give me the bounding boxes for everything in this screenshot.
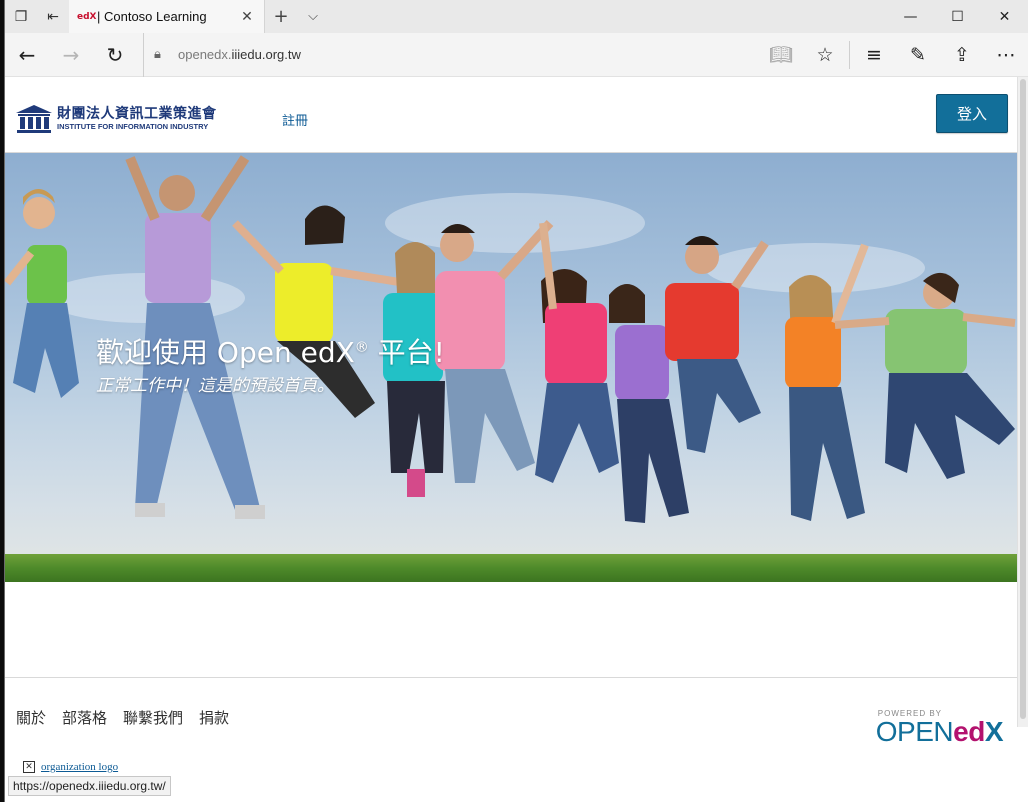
scrollbar-thumb[interactable] (1020, 79, 1026, 719)
person-figure (665, 236, 769, 453)
person-figure (5, 189, 79, 398)
favorite-star-icon[interactable]: ☆ (803, 33, 847, 77)
close-window-icon[interactable]: ✕ (981, 0, 1028, 33)
broken-image-icon: ✕ (23, 761, 35, 773)
footer-link-blog[interactable]: 部落格 (62, 707, 107, 728)
share-icon[interactable]: ⇪ (940, 33, 984, 77)
url-text[interactable]: openedx.iiiedu.org.tw (178, 47, 301, 62)
powered-by-openedx-logo[interactable]: POWERED BY OPENedX (875, 709, 1004, 747)
footer-nav: 關於 部落格 聯繫我們 捐款 (16, 707, 229, 728)
person-figure (834, 272, 1016, 479)
browser-tab[interactable]: edX | Contoso Learning ✕ (69, 0, 265, 33)
edx-favicon-icon: edX (77, 11, 97, 22)
grass-strip (5, 554, 1018, 582)
back-arrow-icon[interactable]: ← (5, 33, 49, 77)
hero-subtitle: 正常工作中！這是的預設首頁。 (96, 376, 334, 396)
footer-link-donate[interactable]: 捐款 (199, 707, 229, 728)
openedx-wordmark: OPENedX (875, 716, 1004, 747)
person-figure (435, 219, 554, 483)
tab-close-icon[interactable]: ✕ (238, 9, 256, 25)
address-bar-row: ← → ↻ 🔒︎ openedx.iiiedu.org.tw 📖︎ ☆ ≡ ✎ … (5, 32, 1028, 77)
hub-icon[interactable]: ≡ (852, 33, 896, 77)
page-scrollbar[interactable] (1017, 77, 1028, 727)
organization-logo[interactable]: ✕ organization logo (23, 761, 118, 773)
logo-english-name: INSTITUTE FOR INFORMATION INDUSTRY (57, 122, 209, 132)
registered-mark: ® (354, 339, 369, 356)
site-header: 財團法人資訊工業策進會 INSTITUTE FOR INFORMATION IN… (5, 77, 1018, 153)
logo-chinese-name: 財團法人資訊工業策進會 (57, 106, 217, 123)
minimize-icon[interactable]: — (887, 0, 934, 33)
tab-title: | Contoso Learning (97, 9, 207, 24)
web-page: 財團法人資訊工業策進會 INSTITUTE FOR INFORMATION IN… (5, 77, 1018, 802)
hero-title: 歡迎使用 Open edX® 平台! (96, 336, 445, 369)
person-figure (535, 222, 619, 483)
logo-wordmark: 財團法人資訊工業策進會 INSTITUTE FOR INFORMATION IN… (57, 107, 217, 131)
person-figure (785, 243, 869, 521)
organization-logo-alt-text: organization logo (41, 761, 119, 773)
login-button[interactable]: 登入 (936, 94, 1008, 133)
register-link[interactable]: 註冊 (282, 110, 308, 129)
window-controls: — ☐ ✕ (887, 0, 1028, 33)
status-bar-url: https://openedx.iiiedu.org.tw/ (8, 776, 171, 796)
address-bar[interactable]: 🔒︎ openedx.iiiedu.org.tw (143, 32, 759, 77)
toolbar-divider (849, 40, 850, 69)
footer-link-about[interactable]: 關於 (16, 707, 46, 728)
tab-manager-icon[interactable]: ❐ (5, 0, 37, 33)
reading-view-icon[interactable]: 📖︎ (759, 33, 803, 77)
browser-window: ❐ ⇤ edX | Contoso Learning ✕ + ⌵ — ☐ ✕ ←… (4, 0, 1028, 802)
tab-preview-chevron-down-icon[interactable]: ⌵ (297, 0, 329, 33)
hero-banner: 歡迎使用 Open edX® 平台! 正常工作中！這是的預設首頁。 (5, 153, 1018, 582)
lock-icon[interactable]: 🔒︎ (154, 47, 178, 62)
more-ellipsis-icon[interactable]: ⋯ (984, 33, 1028, 77)
iii-logo[interactable]: 財團法人資訊工業策進會 INSTITUTE FOR INFORMATION IN… (16, 105, 217, 133)
new-tab-icon[interactable]: + (265, 0, 297, 33)
forward-arrow-icon[interactable]: → (49, 33, 93, 77)
toolbar-right: 📖︎ ☆ ≡ ✎ ⇪ ⋯ (759, 33, 1028, 77)
title-bar: ❐ ⇤ edX | Contoso Learning ✕ + ⌵ — ☐ ✕ (5, 0, 1028, 33)
maximize-icon[interactable]: ☐ (934, 0, 981, 33)
iii-building-logo-icon (16, 105, 52, 133)
set-tabs-aside-icon[interactable]: ⇤ (37, 0, 69, 33)
web-note-pen-icon[interactable]: ✎ (896, 33, 940, 77)
footer-link-contact[interactable]: 聯繫我們 (123, 707, 183, 728)
refresh-icon[interactable]: ↻ (93, 33, 137, 77)
